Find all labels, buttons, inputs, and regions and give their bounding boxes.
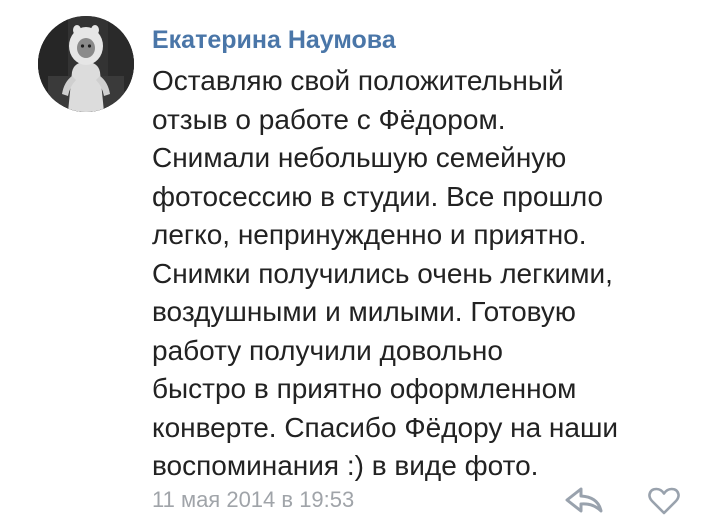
author-name[interactable]: Екатерина Наумова: [152, 24, 396, 56]
comment-text-line: воспоминания :) в виде фото.: [152, 450, 539, 481]
comment-text-line: воздушными и милыми. Готовую: [152, 296, 576, 327]
avatar-photo: [38, 16, 134, 112]
timestamp[interactable]: 11 мая 2014 в 19:53: [152, 486, 354, 514]
comment-text-line: конверте. Спасибо Фёдору на наши: [152, 411, 619, 443]
comment-text-line: фотосессию в студии. Все прошло: [152, 180, 604, 212]
comment-text-line: быстро в приятно оформленном: [152, 373, 577, 404]
comment-text-line: легко, непринужденно и приятно.: [152, 219, 587, 250]
comment-text-line: работу получили довольно: [152, 334, 503, 366]
comment-text-line: Снимали небольшую семейную: [152, 142, 567, 173]
avatar[interactable]: [38, 16, 134, 112]
comment-text-line: отзыв о работе с Фёдором.: [152, 103, 506, 135]
comment: Екатерина Наумова Оставляю свой положите…: [0, 0, 720, 530]
comment-text-line: Снимки получились очень легкими,: [152, 257, 613, 289]
comment-text-line: Оставляю свой положительный: [152, 65, 564, 96]
comment-text: Оставляю свой положительный отзыв о рабо…: [152, 62, 712, 486]
reply-arrow-icon[interactable]: [563, 485, 605, 515]
heart-outline-icon[interactable]: [647, 486, 681, 516]
